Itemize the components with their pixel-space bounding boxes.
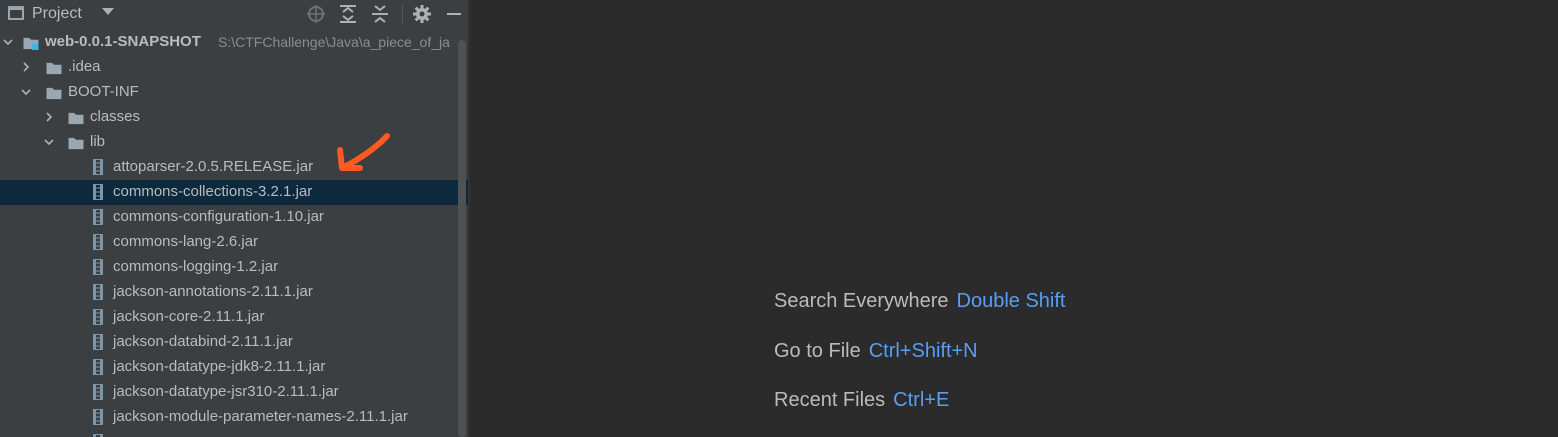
hint-go-to-file: Go to File Ctrl+Shift+N [774,340,978,363]
panel-divider[interactable] [468,0,470,437]
tree-jar-item[interactable]: jackson-databind-2.11.1.jar [0,330,468,355]
hint-shortcut[interactable]: Ctrl+E [893,389,949,411]
folder-icon [68,112,84,125]
hint-label: Recent Files [774,389,886,411]
expand-all-icon[interactable] [337,3,359,25]
chevron-right-icon[interactable] [20,61,32,73]
hint-label: Go to File [774,340,861,362]
root-module-path: S:\CTFChallenge\Java\a_piece_of_ja [218,34,450,50]
tree-item-label: classes [90,108,141,125]
jar-file-icon [93,384,103,400]
project-window-icon [8,6,24,20]
tree-item-label: BOOT-INF [68,83,139,100]
tree-jar-item-selected[interactable]: commons-collections-3.2.1.jar [0,180,468,205]
jar-file-icon [93,234,103,250]
tree-jar-item[interactable]: commons-lang-2.6.jar [0,230,468,255]
tree-item-label: commons-collections-3.2.1.jar [113,183,313,200]
jar-file-icon [93,159,103,175]
tree-item-label: .idea [68,58,101,75]
folder-icon [46,87,62,100]
header-divider [402,4,403,24]
chevron-right-icon[interactable] [43,111,55,123]
jar-file-icon [93,409,103,425]
tree-root[interactable]: web-0.0.1-SNAPSHOT S:\CTFChallenge\Java\… [0,30,468,55]
tree-item-label: jackson-module-parameter-names-2.11.1.ja… [113,408,408,425]
tree-item-label: jackson-datatype-jdk8-2.11.1.jar [113,358,326,375]
tree-folder-idea[interactable]: .idea [0,55,468,80]
tree-jar-item[interactable]: commons-configuration-1.10.jar [0,205,468,230]
tree-folder-boot-inf[interactable]: BOOT-INF [0,80,468,105]
tree-item-label: commons-logging-1.2.jar [113,258,279,275]
vertical-scrollbar[interactable] [458,40,466,437]
jar-file-icon [93,359,103,375]
locate-icon[interactable] [305,3,327,25]
jar-file-icon [93,434,103,437]
annotation-arrow-icon [337,133,390,171]
tree-jar-item[interactable]: jackson-datatype-jsr310-2.11.1.jar [0,380,468,405]
tree-jar-item-partial[interactable] [0,430,468,437]
jar-file-icon [93,334,103,350]
tree-folder-classes[interactable]: classes [0,105,468,130]
chevron-down-icon[interactable] [2,36,14,48]
jar-file-icon [93,284,103,300]
jar-file-icon [93,209,103,225]
gear-icon[interactable] [411,3,433,25]
tree-jar-item[interactable]: commons-logging-1.2.jar [0,255,468,280]
tree-item-label: jackson-databind-2.11.1.jar [113,333,293,350]
hint-shortcut[interactable]: Double Shift [957,290,1066,312]
project-panel-title[interactable]: Project [32,5,82,23]
tree-item-label: jackson-core-2.11.1.jar [113,308,265,325]
tree-item-label: lib [90,133,106,150]
chevron-down-icon[interactable] [20,86,32,98]
jar-file-icon [93,309,103,325]
hint-shortcut[interactable]: Ctrl+Shift+N [869,340,978,362]
tree-jar-item[interactable]: jackson-datatype-jdk8-2.11.1.jar [0,355,468,380]
hint-label: Search Everywhere [774,290,949,312]
minimize-icon[interactable] [443,3,465,25]
project-panel: Project web-0.0.1-SNAPSHOT S:\CTFChallen… [0,0,468,437]
tree-jar-item[interactable]: jackson-core-2.11.1.jar [0,305,468,330]
folder-icon [68,137,84,150]
chevron-down-icon[interactable] [43,136,55,148]
jar-file-icon [93,184,103,200]
root-module-name: web-0.0.1-SNAPSHOT [45,33,201,50]
hint-search-everywhere: Search Everywhere Double Shift [774,290,1066,313]
tree-item-label: commons-configuration-1.10.jar [113,208,324,225]
folder-icon [46,62,62,75]
jar-file-icon [93,259,103,275]
module-folder-icon [23,37,39,50]
tree-item-label: commons-lang-2.6.jar [113,233,259,250]
tree-jar-item[interactable]: jackson-module-parameter-names-2.11.1.ja… [0,405,468,430]
chevron-down-icon[interactable] [102,8,114,15]
tree-item-label: jackson-datatype-jsr310-2.11.1.jar [113,383,339,400]
project-panel-header: Project [0,0,468,28]
tree-item-label: jackson-annotations-2.11.1.jar [113,283,313,300]
hint-recent-files: Recent Files Ctrl+E [774,389,949,412]
collapse-all-icon[interactable] [369,3,391,25]
tree-item-label: attoparser-2.0.5.RELEASE.jar [113,158,314,175]
tree-jar-item[interactable]: jackson-annotations-2.11.1.jar [0,280,468,305]
